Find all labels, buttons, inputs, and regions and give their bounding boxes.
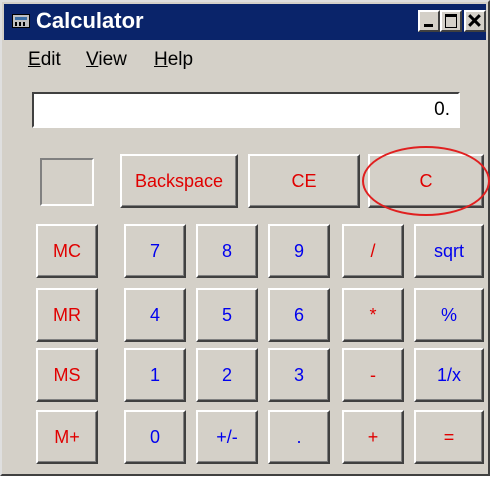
subtract-button[interactable]: - [342,348,404,402]
digit-9-button[interactable]: 9 [268,224,330,278]
digit-7-button[interactable]: 7 [124,224,186,278]
digit-8-button[interactable]: 8 [196,224,258,278]
sqrt-button[interactable]: sqrt [414,224,484,278]
calculator-icon[interactable] [12,14,30,28]
digit-0-button[interactable]: 0 [124,410,186,464]
menu-view[interactable]: View [86,49,127,71]
equals-button[interactable]: = [414,410,484,464]
window-title: Calculator [36,8,144,33]
minimize-button[interactable] [418,10,440,32]
highlight-circle [362,146,490,216]
ce-button[interactable]: CE [248,154,360,208]
menu-view-accel: V [86,49,99,70]
display-field[interactable]: 0. [32,92,460,128]
close-button[interactable] [464,10,486,32]
mc-button[interactable]: MC [36,224,98,278]
menu-help[interactable]: Help [154,49,193,71]
maximize-button[interactable] [440,10,462,32]
digit-1-button[interactable]: 1 [124,348,186,402]
mplus-button[interactable]: M+ [36,410,98,464]
menu-help-label: elp [167,49,194,70]
menu-edit[interactable]: Edit [28,49,61,71]
menu-edit-label: dit [40,49,61,70]
divide-button[interactable]: / [342,224,404,278]
mr-button[interactable]: MR [36,288,98,342]
sign-toggle-button[interactable]: +/- [196,410,258,464]
reciprocal-button[interactable]: 1/x [414,348,484,402]
memory-indicator [40,158,94,206]
percent-button[interactable]: % [414,288,484,342]
digit-5-button[interactable]: 5 [196,288,258,342]
add-button[interactable]: + [342,410,404,464]
menu-help-accel: H [154,49,168,70]
digit-6-button[interactable]: 6 [268,288,330,342]
digit-3-button[interactable]: 3 [268,348,330,402]
calculator-window: Calculator Edit View Help 0. Backspace C… [0,0,490,476]
title-bar[interactable]: Calculator [4,4,486,40]
menu-edit-accel: E [28,49,41,70]
menu-view-label: iew [98,49,127,70]
multiply-button[interactable]: * [342,288,404,342]
digit-4-button[interactable]: 4 [124,288,186,342]
digit-2-button[interactable]: 2 [196,348,258,402]
backspace-button[interactable]: Backspace [120,154,238,208]
decimal-button[interactable]: . [268,410,330,464]
ms-button[interactable]: MS [36,348,98,402]
